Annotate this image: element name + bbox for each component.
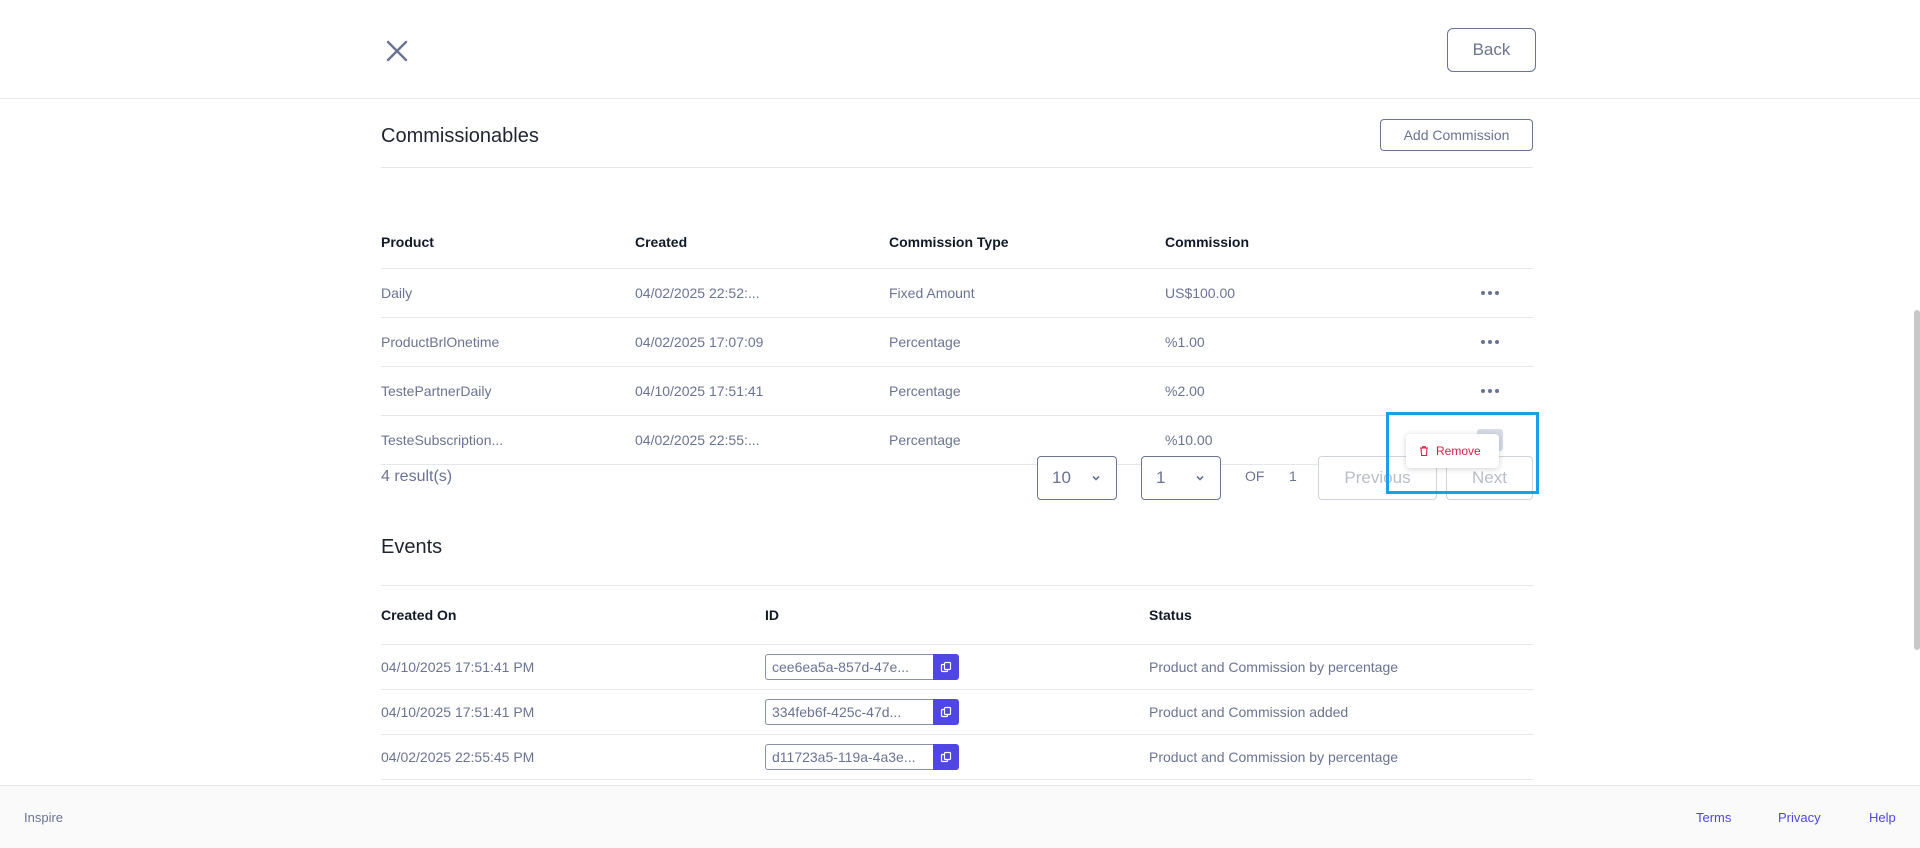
cell-commission: US$100.00	[1165, 268, 1465, 318]
add-commission-button[interactable]: Add Commission	[1380, 119, 1533, 151]
more-options-icon[interactable]	[1477, 331, 1503, 353]
cell-product: Daily	[381, 268, 635, 318]
cell-commission: %1.00	[1165, 317, 1465, 367]
trash-icon	[1420, 446, 1428, 457]
table-row: Daily 04/02/2025 22:52:... Fixed Amount …	[381, 268, 1533, 318]
page-number-select[interactable]: 1	[1141, 456, 1221, 500]
of-label: OF	[1245, 468, 1265, 484]
column-header-id: ID	[765, 586, 1149, 645]
commissionables-header: Commissionables Add Commission	[381, 100, 1533, 168]
scrollbar[interactable]	[1914, 310, 1920, 650]
column-header-status: Status	[1149, 586, 1533, 645]
remove-menu-item[interactable]: Remove	[1406, 434, 1499, 468]
cell-actions	[1465, 317, 1533, 367]
cell-actions	[1465, 366, 1533, 416]
table-header-row: Product Created Commission Type Commissi…	[381, 216, 1533, 269]
copy-icon[interactable]	[933, 743, 959, 770]
table-row: 04/02/2025 22:55:45 PM d11723a5-119a-4a3…	[381, 734, 1533, 780]
cell-status: Product and Commission by percentage	[1149, 734, 1533, 780]
id-field: d11723a5-119a-4a3e...	[765, 743, 959, 770]
page-number-value: 1	[1156, 468, 1166, 487]
table-header-row: Created On ID Status	[381, 586, 1533, 645]
commissionables-title: Commissionables	[381, 125, 539, 147]
table-row: ProductBrlOnetime 04/02/2025 17:07:09 Pe…	[381, 317, 1533, 367]
id-field: cee6ea5a-857d-47e...	[765, 653, 959, 680]
cell-product: ProductBrlOnetime	[381, 317, 635, 367]
table-row: 04/10/2025 17:51:41 PM cee6ea5a-857d-47e…	[381, 644, 1533, 690]
cell-product: TestePartnerDaily	[381, 366, 635, 416]
cell-id: 334feb6f-425c-47d...	[765, 689, 1149, 735]
result-count: 4 result(s)	[381, 468, 453, 485]
cell-commission-type: Percentage	[889, 366, 1165, 416]
close-icon[interactable]	[382, 36, 412, 66]
id-value[interactable]: d11723a5-119a-4a3e...	[765, 743, 933, 770]
column-header-commission: Commission	[1165, 216, 1465, 269]
more-options-icon[interactable]	[1477, 282, 1503, 304]
page-size-value: 10	[1052, 468, 1071, 487]
page-size-select[interactable]: 10	[1037, 456, 1117, 500]
chevron-down-icon	[1092, 475, 1100, 481]
cell-created: 04/02/2025 17:07:09	[635, 317, 889, 367]
chevron-down-icon	[1196, 475, 1204, 481]
column-header-created: Created	[635, 216, 889, 269]
table-row: 04/10/2025 17:51:41 PM 334feb6f-425c-47d…	[381, 689, 1533, 735]
footer-brand: Inspire	[24, 810, 64, 825]
column-header-actions	[1465, 216, 1533, 269]
cell-created: 04/10/2025 17:51:41	[635, 366, 889, 416]
footer-link-help[interactable]: Help	[1869, 810, 1896, 825]
events-table: Created On ID Status 04/10/2025 17:51:41…	[381, 586, 1533, 780]
cell-commission: %2.00	[1165, 366, 1465, 416]
cell-status: Product and Commission added	[1149, 689, 1533, 735]
events-table-wrap: Created On ID Status 04/10/2025 17:51:41…	[381, 586, 1533, 780]
main-content: Commissionables Add Commission Product C…	[0, 100, 1920, 785]
cell-id: d11723a5-119a-4a3e...	[765, 734, 1149, 780]
cell-created: 04/02/2025 22:52:...	[635, 268, 889, 318]
footer: Inspire Terms Privacy Help	[0, 785, 1920, 848]
events-header: Events	[381, 518, 1533, 586]
cell-commission-type: Percentage	[889, 317, 1165, 367]
commissionables-table: Product Created Commission Type Commissi…	[381, 216, 1533, 465]
cell-status: Product and Commission by percentage	[1149, 644, 1533, 690]
cell-id: cee6ea5a-857d-47e...	[765, 644, 1149, 690]
id-value[interactable]: 334feb6f-425c-47d...	[765, 698, 933, 725]
total-pages: 1	[1289, 468, 1297, 484]
column-header-product: Product	[381, 216, 635, 269]
commissionables-table-wrap: Product Created Commission Type Commissi…	[381, 216, 1533, 465]
cell-created-on: 04/10/2025 17:51:41 PM	[381, 644, 765, 690]
top-bar: Back	[0, 0, 1920, 99]
id-value[interactable]: cee6ea5a-857d-47e...	[765, 653, 933, 680]
footer-link-privacy[interactable]: Privacy	[1778, 810, 1821, 825]
cell-created-on: 04/02/2025 22:55:45 PM	[381, 734, 765, 780]
more-options-icon[interactable]	[1477, 380, 1503, 402]
copy-icon[interactable]	[933, 653, 959, 680]
events-title: Events	[381, 536, 443, 558]
column-header-commission-type: Commission Type	[889, 216, 1165, 269]
cell-actions	[1465, 268, 1533, 318]
column-header-created-on: Created On	[381, 586, 765, 645]
back-button[interactable]: Back	[1447, 28, 1536, 72]
copy-icon[interactable]	[933, 698, 959, 725]
footer-link-terms[interactable]: Terms	[1696, 810, 1731, 825]
table-row: TestePartnerDaily 04/10/2025 17:51:41 Pe…	[381, 366, 1533, 416]
pagination: 4 result(s) 10 1 OF 1 Previous Next	[381, 442, 1533, 514]
remove-label: Remove	[1436, 444, 1481, 458]
cell-commission-type: Fixed Amount	[889, 268, 1165, 318]
id-field: 334feb6f-425c-47d...	[765, 698, 959, 725]
cell-created-on: 04/10/2025 17:51:41 PM	[381, 689, 765, 735]
